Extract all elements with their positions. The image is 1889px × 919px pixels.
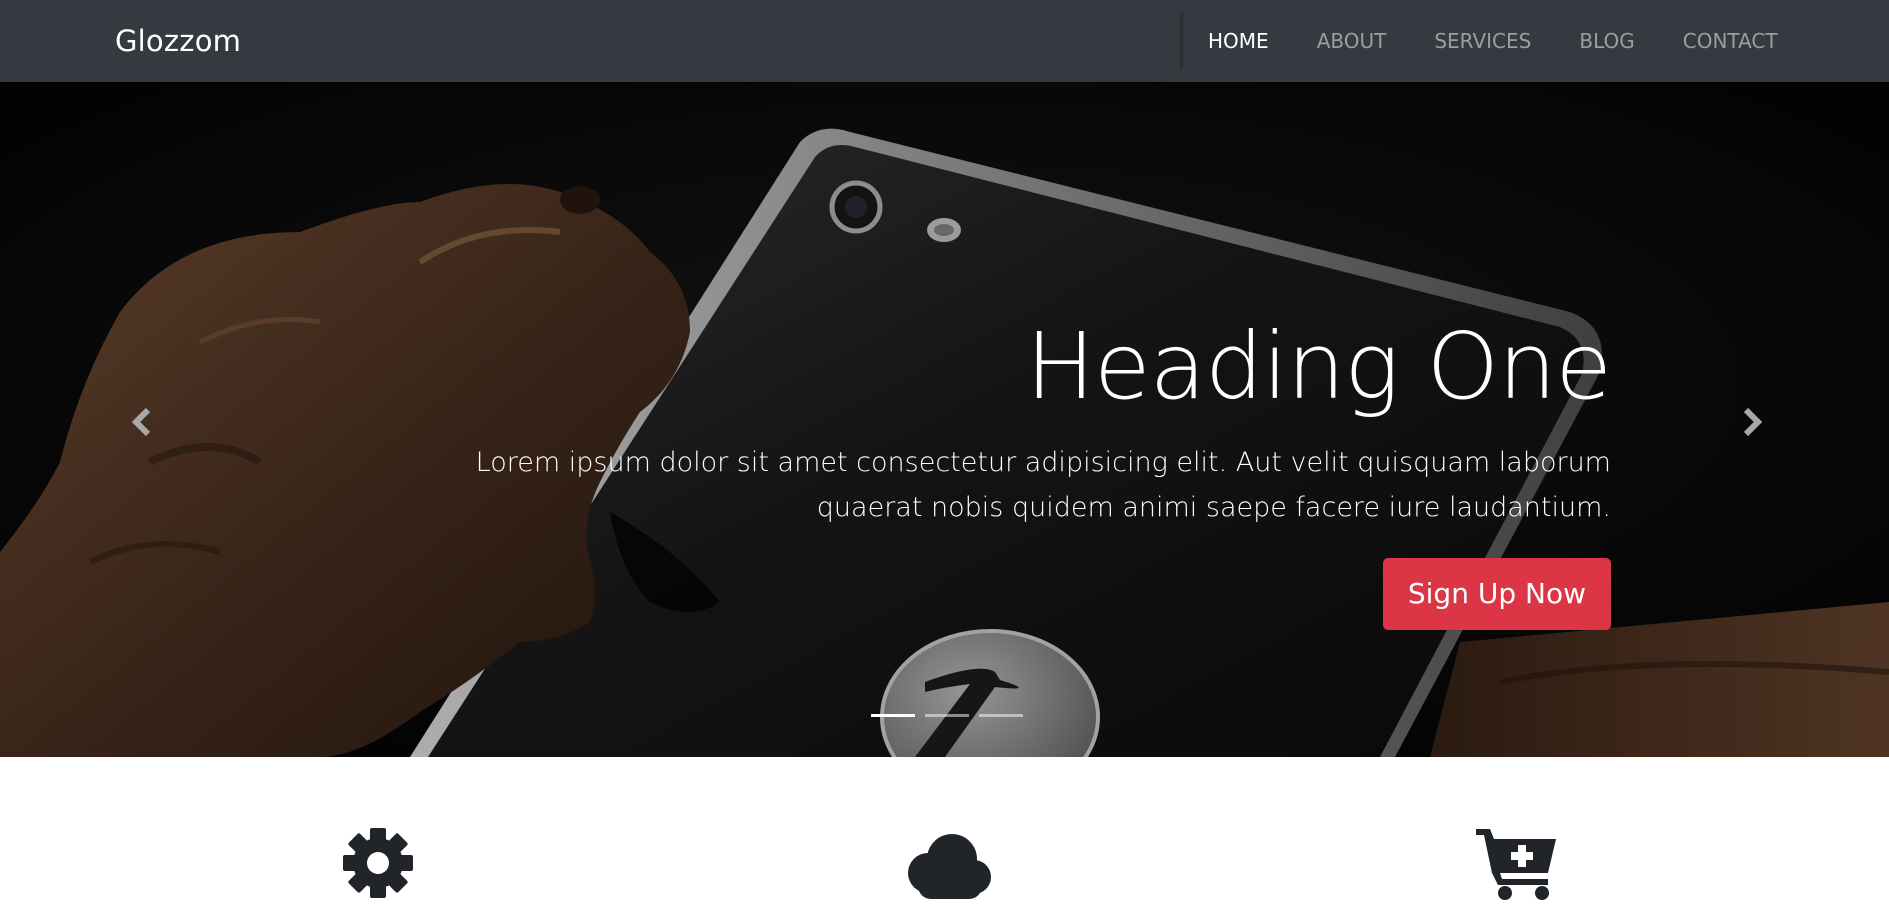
hero-description: Lorem ipsum dolor sit amet consectetur a… [475,447,1611,523]
chevron-left-icon [131,407,151,437]
hero-heading: Heading One [1025,313,1612,420]
carousel-next-button[interactable] [1732,402,1772,442]
nav-link-services[interactable]: SERVICES [1434,0,1531,82]
features-section [0,757,1889,919]
nav-link-home[interactable]: HOME [1208,0,1269,82]
navbar: Glozzom HOME ABOUT SERVICES BLOG CONTACT [0,0,1889,82]
carousel-indicator-3[interactable] [979,714,1023,717]
carousel-indicators [871,714,1033,717]
nav-link-blog[interactable]: BLOG [1579,0,1634,82]
nav-link-contact[interactable]: CONTACT [1683,0,1778,82]
brand-logo[interactable]: Glozzom [115,24,241,58]
carousel-caption: Heading One Lorem ipsum dolor sit amet c… [311,312,1612,630]
cart-plus-icon [1476,829,1556,900]
sign-up-button[interactable]: Sign Up Now [1382,558,1611,630]
nav-divider [1180,13,1183,69]
carousel-prev-button[interactable] [122,402,162,442]
nav-link-about[interactable]: ABOUT [1317,0,1387,82]
hero-carousel: Heading One Lorem ipsum dolor sit amet c… [0,82,1889,757]
carousel-indicator-1[interactable] [871,714,915,717]
carousel-indicator-2[interactable] [925,714,969,717]
nav-menu: HOME ABOUT SERVICES BLOG CONTACT [1208,0,1778,82]
chevron-right-icon [1743,407,1763,437]
cloud-icon [908,834,991,899]
gear-icon [343,828,413,898]
